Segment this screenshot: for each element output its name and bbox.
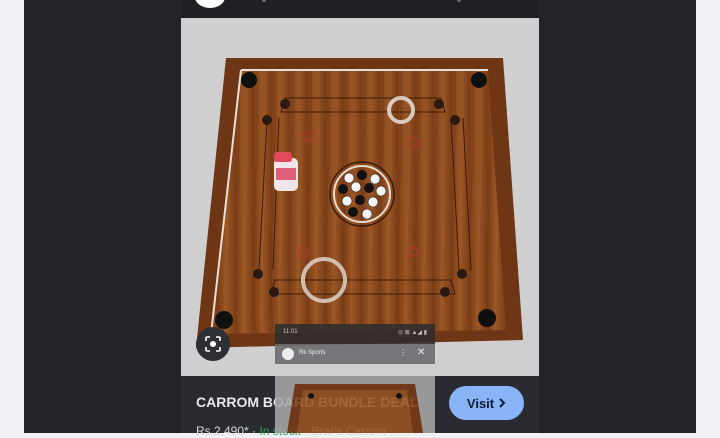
- svg-text:✿: ✿: [296, 242, 311, 263]
- svg-text:✿: ✿: [406, 132, 421, 153]
- svg-text:✿: ✿: [301, 127, 316, 148]
- overlay-status-bar: 11:01 ◎ ⊠ ▲◢ ▮: [275, 324, 435, 344]
- lens-icon: [205, 336, 221, 352]
- overlay-status-icons: ◎ ⊠ ▲◢ ▮: [397, 330, 427, 336]
- overlay-time: 11:01: [283, 329, 298, 335]
- overlay-thumbnail: [275, 376, 435, 433]
- svg-text:✿: ✿: [406, 242, 421, 263]
- floating-preview-overlay[interactable]: 11:01 ◎ ⊠ ▲◢ ▮ Rk Sports ⋮ ✕: [275, 324, 435, 433]
- site-logo: [282, 348, 294, 360]
- lens-button[interactable]: [196, 327, 230, 361]
- carrom-board-photo: ✿ ✿ ✿ ✿: [196, 58, 523, 348]
- overlay-header: Rk Sports ⋮ ✕: [275, 344, 435, 364]
- top-bar: [181, 0, 539, 18]
- chevron-right-icon: [499, 398, 506, 408]
- overlay-close-icon[interactable]: ✕: [417, 347, 425, 358]
- price: Rs 2,490*: [196, 424, 249, 438]
- overlay-menu-icon[interactable]: ⋮: [399, 348, 407, 357]
- product-image[interactable]: ✿ ✿ ✿ ✿: [181, 18, 539, 376]
- visit-label: Visit: [466, 395, 495, 411]
- overlay-site-name: Rk Sports: [299, 350, 326, 356]
- visit-button[interactable]: Visit: [449, 386, 524, 420]
- overlay-board-thumb: [275, 376, 435, 433]
